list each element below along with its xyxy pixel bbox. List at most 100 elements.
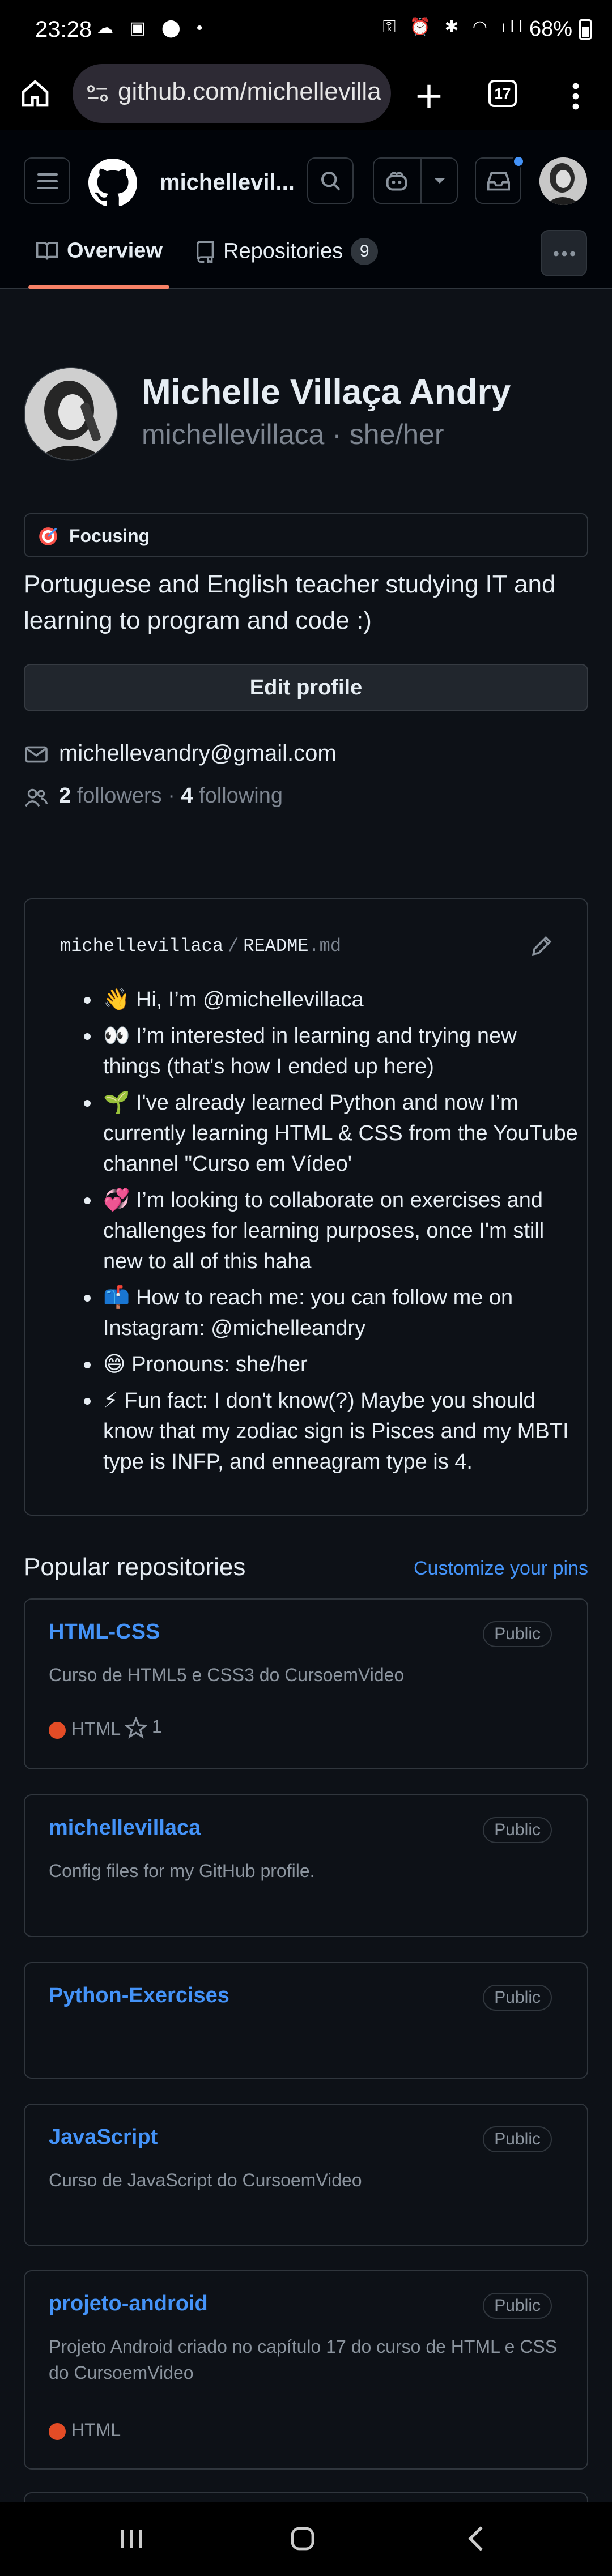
- avatar-image: [539, 157, 587, 205]
- menu-button[interactable]: [24, 157, 70, 204]
- status-time: 23:28: [35, 17, 92, 42]
- home-icon[interactable]: [19, 78, 51, 109]
- repo-stars[interactable]: 1: [124, 1716, 162, 1739]
- repo-name[interactable]: projeto-android: [49, 2292, 208, 2316]
- readme-item: 👀 I’m interested in learning and trying …: [84, 1021, 579, 1082]
- readme-item: 💞️ I’m looking to collaborate on exercis…: [84, 1185, 579, 1277]
- profile-avatar-image: [25, 368, 117, 460]
- visibility-badge: Public: [483, 2126, 552, 2152]
- copilot-button[interactable]: [373, 157, 458, 204]
- visibility-badge: Public: [483, 1621, 552, 1647]
- repo-name[interactable]: Python-Exercises: [49, 1984, 230, 2008]
- hamburger-icon-line: [37, 180, 58, 182]
- more-tabs-button[interactable]: [541, 230, 587, 276]
- repo-description: Curso de HTML5 e CSS3 do CursoemVideo: [49, 1665, 405, 1685]
- tab-switcher-button[interactable]: 17: [488, 80, 517, 107]
- inbox-icon: [487, 172, 510, 191]
- readme-item: ⚡ Fun fact: I don't know(?) Maybe you sh…: [84, 1385, 579, 1477]
- repo-name[interactable]: michellevillaca: [49, 1816, 201, 1840]
- repo-name[interactable]: JavaScript: [49, 2125, 158, 2149]
- recent-apps-icon[interactable]: [119, 2527, 144, 2550]
- repo-card: michellevillaca Public Config files for …: [24, 1794, 588, 1937]
- system-navigation-bar: [0, 2502, 612, 2576]
- followers-label[interactable]: followers ·: [71, 784, 181, 808]
- system-icons: ⚿ ⏰ ✱ ◠ ıll: [382, 18, 527, 36]
- github-header: michellevil... Overview Repositories 9: [0, 130, 612, 289]
- copilot-icon: [386, 172, 407, 191]
- battery-level: 68%: [529, 17, 572, 41]
- repo-description: Config files for my GitHub profile.: [49, 1861, 315, 1881]
- search-icon: [321, 172, 341, 191]
- mail-icon: [25, 746, 48, 763]
- edit-profile-button[interactable]: Edit profile: [24, 664, 588, 711]
- more-menu-icon[interactable]: [564, 81, 587, 112]
- profile-avatar[interactable]: [24, 367, 118, 461]
- notification-dot: [512, 155, 525, 168]
- url-text: github.com/michellevilla: [118, 78, 381, 105]
- readme-path-separator: /: [228, 936, 239, 957]
- home-nav-icon[interactable]: [289, 2525, 316, 2552]
- readme-item: 👋 Hi, I’m @michellevillaca: [84, 984, 579, 1015]
- readme-path: michellevillaca / README.md: [60, 936, 341, 957]
- repo-card: JavaScript Public Curso de JavaScript do…: [24, 2104, 588, 2246]
- status-bar: 23:28 ☁ ▣ ⬤ • ⚿ ⏰ ✱ ◠ ıll 68%: [0, 0, 612, 59]
- readme-file[interactable]: README: [243, 936, 308, 957]
- repo-icon: [197, 241, 214, 266]
- repo-card: projeto-android Public Projeto Android c…: [24, 2270, 588, 2470]
- user-status[interactable]: Focusing: [24, 513, 588, 557]
- readme-item: 🌱 I've already learned Python and now I’…: [84, 1087, 579, 1179]
- repo-language-label: HTML: [71, 2420, 121, 2440]
- readme-item: 😄 Pronouns: she/her: [84, 1349, 579, 1380]
- star-icon: [124, 1716, 148, 1739]
- tab-overview-label: Overview: [67, 238, 163, 263]
- avatar[interactable]: [539, 157, 587, 205]
- language-color-dot: [49, 2423, 66, 2440]
- new-tab-icon[interactable]: [414, 81, 444, 112]
- followers-count[interactable]: 2: [59, 784, 71, 808]
- repo-card: HTML-CSS Public Curso de HTML5 e CSS3 do…: [24, 1598, 588, 1769]
- repositories-count-badge: 9: [351, 238, 379, 265]
- target-icon: [39, 527, 57, 545]
- browser-toolbar: github.com/michellevilla 17: [0, 59, 612, 130]
- kebab-horizontal-icon: [553, 251, 576, 257]
- profile-email[interactable]: michellevandry@gmail.com: [59, 741, 337, 766]
- tab-repositories-label: Repositories: [223, 239, 343, 263]
- repo-card: Python-Exercises Public: [24, 1962, 588, 2079]
- search-button[interactable]: [307, 157, 354, 204]
- chevron-down-icon[interactable]: [433, 177, 447, 186]
- repo-description: Curso de JavaScript do CursoemVideo: [49, 2170, 362, 2190]
- repo-language: HTML: [49, 1718, 121, 1739]
- readme-item: 📫 How to reach me: you can follow me on …: [84, 1282, 579, 1344]
- header-username[interactable]: michellevil...: [160, 170, 295, 195]
- repo-language: HTML: [49, 2420, 121, 2441]
- active-tab-indicator: [28, 285, 169, 289]
- tab-overview[interactable]: Overview: [28, 238, 169, 289]
- following-label[interactable]: following: [193, 784, 283, 808]
- repo-name[interactable]: HTML-CSS: [49, 1620, 160, 1644]
- copilot-divider: [420, 159, 422, 204]
- repo-stars-count: 1: [152, 1716, 162, 1737]
- readme-list: 👋 Hi, I’m @michellevillaca 👀 I’m interes…: [84, 984, 579, 1483]
- visibility-badge: Public: [483, 2293, 552, 2319]
- repo-description: Projeto Android criado no capítulo 17 do…: [49, 2336, 558, 2383]
- hamburger-icon: [37, 173, 58, 176]
- language-color-dot: [49, 1721, 66, 1739]
- readme-owner[interactable]: michellevillaca: [60, 936, 223, 957]
- following-count[interactable]: 4: [181, 784, 193, 808]
- site-settings-icon[interactable]: [86, 83, 109, 104]
- tab-repositories[interactable]: Repositories 9: [195, 238, 379, 288]
- user-status-text: Focusing: [69, 526, 150, 546]
- pencil-icon[interactable]: [529, 933, 554, 958]
- follow-stats: 2 followers · 4 following: [59, 784, 283, 808]
- people-icon: [24, 788, 48, 807]
- customize-pins-link[interactable]: Customize your pins: [414, 1558, 588, 1580]
- address-bar[interactable]: github.com/michellevilla: [73, 64, 391, 123]
- github-logo-icon[interactable]: [88, 159, 137, 207]
- back-icon[interactable]: [466, 2525, 486, 2552]
- readme-extension: .md: [308, 936, 342, 957]
- profile-bio: Portuguese and English teacher studying …: [24, 570, 556, 634]
- hamburger-icon-line: [37, 187, 58, 189]
- popular-repos-title: Popular repositories: [24, 1553, 246, 1581]
- visibility-badge: Public: [483, 1985, 552, 2011]
- profile-name: Michelle Villaça Andry: [142, 373, 511, 412]
